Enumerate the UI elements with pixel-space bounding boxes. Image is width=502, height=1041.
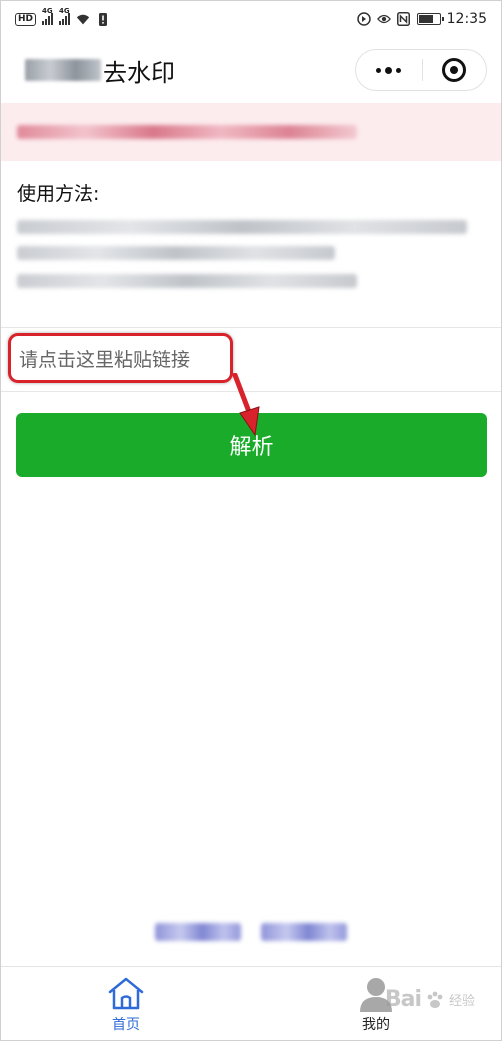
status-left: HD 4G 4G [15,7,110,26]
nav-bar: 去水印 [1,37,501,103]
footer-link-1[interactable] [155,923,241,941]
tab-home[interactable]: 首页 [1,967,251,1041]
usage-step-1-line [17,220,467,234]
tab-bar: 首页 我的 [1,966,501,1041]
mute-icon [356,12,371,26]
tab-home-label: 首页 [112,1016,140,1033]
page-title-wrap: 去水印 [25,53,175,88]
tab-mine-label: 我的 [362,1016,390,1033]
close-miniprogram-button[interactable] [423,58,487,82]
usage-section: 使用方法: [17,179,487,288]
usage-step-2-line [17,274,357,288]
footer-links [1,923,501,941]
usage-step-1 [17,220,487,260]
signal-icon: 4G [42,7,54,25]
wifi-icon [76,12,90,26]
clock-time: 12:35 [446,11,487,27]
alert-icon [96,12,110,26]
home-icon [108,977,144,1009]
hd-badge: HD [15,12,37,26]
target-icon [442,58,467,82]
page-title: 去水印 [103,58,175,87]
usage-step-1-line [17,246,335,260]
status-bar: HD 4G 4G 12:35 [1,1,501,37]
link-input[interactable] [19,339,479,380]
tab-mine[interactable]: 我的 [251,967,501,1041]
eye-icon [376,12,391,26]
battery-icon [416,13,444,25]
app-name-blurred [25,59,101,81]
mini-program-capsule [355,49,487,91]
footer-link-2[interactable] [261,923,347,941]
more-dot-icon [385,66,393,74]
usage-title: 使用方法: [17,183,100,205]
nfc-icon [397,12,411,26]
more-menu-button[interactable] [356,66,422,74]
user-icon [360,977,392,1012]
notice-banner [1,103,501,161]
parse-button[interactable]: 解析 [16,413,487,477]
link-input-row [1,327,501,392]
notice-text-blurred [17,125,357,139]
status-right: 12:35 [356,11,487,27]
usage-step-2 [17,274,487,288]
more-dot-icon [376,67,382,73]
signal-icon-2: 4G [59,7,71,25]
more-dot-icon [396,67,402,73]
